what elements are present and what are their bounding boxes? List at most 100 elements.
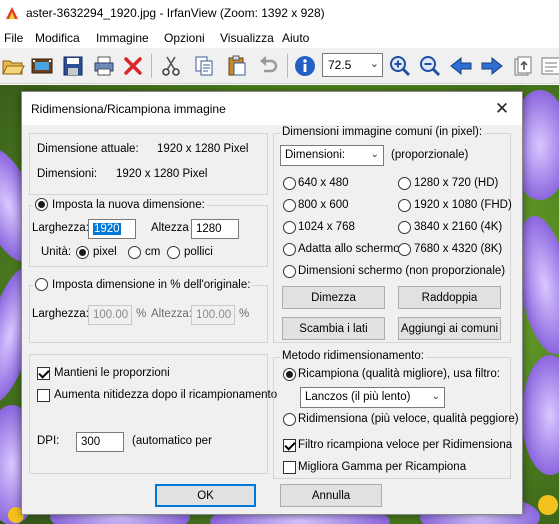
next-icon[interactable] <box>479 53 505 79</box>
dimensions-label: Dimensioni: <box>37 168 98 180</box>
size-7680-radio[interactable] <box>398 243 411 256</box>
common-sizes-label: Dimensioni immagine comuni (in pixel): <box>280 126 485 138</box>
menu-file[interactable]: File <box>4 31 23 45</box>
dialog-title: Ridimensiona/Ricampiona immagine <box>31 102 226 116</box>
menu-immagine[interactable]: Immagine <box>96 31 149 45</box>
zoom-combo[interactable]: 72.5 ⌄ <box>322 53 383 77</box>
unit-cm-radio[interactable] <box>128 246 141 259</box>
fit-screen-radio[interactable] <box>283 243 296 256</box>
common-sizes-value: Dimensioni: <box>285 149 346 161</box>
percent-sign: % <box>239 308 250 320</box>
save-icon[interactable] <box>60 53 86 79</box>
sharpen-checkbox[interactable] <box>37 389 50 402</box>
size-1920-radio[interactable] <box>398 199 411 212</box>
zoom-out-icon[interactable] <box>417 53 443 79</box>
method-label: Metodo ridimensionamento: <box>280 350 426 362</box>
gamma-checkbox[interactable] <box>283 461 296 474</box>
width-label: Larghezza: <box>32 222 89 234</box>
new-size-radio[interactable] <box>35 198 48 211</box>
menu-modifica[interactable]: Modifica <box>35 31 80 45</box>
method-group: Metodo ridimensionamento: Ricampiona (qu… <box>273 350 519 479</box>
undo-icon[interactable] <box>255 53 281 79</box>
unit-pixel-radio[interactable] <box>76 246 89 259</box>
paste-icon[interactable] <box>224 53 250 79</box>
menu-opzioni[interactable]: Opzioni <box>164 31 205 45</box>
slideshow-icon[interactable] <box>29 53 55 79</box>
resample-radio[interactable] <box>283 368 296 381</box>
ok-button[interactable]: OK <box>155 484 256 507</box>
size-1280-label: 1280 x 720 (HD) <box>414 177 499 189</box>
new-size-group: Imposta la nuova dimensione: Larghezza: … <box>29 198 268 267</box>
sharpen-label: Aumenta nitidezza dopo il ricampionament… <box>54 389 278 401</box>
screen-nonprop-radio[interactable] <box>283 265 296 278</box>
percent-height-input[interactable]: 100.00 <box>191 305 235 325</box>
swap-sides-button[interactable]: Scambia i lati <box>282 317 385 340</box>
half-button[interactable]: Dimezza <box>282 286 385 309</box>
percent-option[interactable]: Imposta dimensione in % dell'originale: <box>33 278 253 291</box>
percent-group: Imposta dimensione in % dell'originale: … <box>29 278 268 343</box>
options-group: Mantieni le proporzioni Aumenta nitidezz… <box>29 354 277 474</box>
resize-radio[interactable] <box>283 413 296 426</box>
unit-pixel-label: pixel <box>93 246 117 258</box>
resize-dialog: Ridimensiona/Ricampiona immagine ✕ Dimen… <box>21 91 523 515</box>
unit-cm-label: cm <box>145 246 161 258</box>
open-folder-icon[interactable] <box>0 53 26 79</box>
percent-label: Imposta dimensione in % dell'originale: <box>52 278 251 291</box>
percent-sign: % <box>136 308 147 320</box>
menu-visualizza[interactable]: Visualizza <box>220 31 274 45</box>
toolbar <box>0 48 559 84</box>
keep-ratio-checkbox[interactable] <box>37 367 50 380</box>
dpi-label: DPI: <box>37 435 60 447</box>
unit-inch-label: pollici <box>184 246 213 258</box>
height-label: Altezza <box>151 222 189 234</box>
menu-bar: File Modifica Immagine Opzioni Visualizz… <box>0 28 559 48</box>
info-icon[interactable] <box>292 53 318 79</box>
percent-radio[interactable] <box>35 278 48 291</box>
new-size-label: Imposta la nuova dimensione: <box>52 198 205 211</box>
current-size-value: 1920 x 1280 Pixel <box>157 143 249 155</box>
chevron-down-icon: ⌄ <box>370 149 379 160</box>
size-1280-radio[interactable] <box>398 177 411 190</box>
toolbar-separator <box>151 54 152 78</box>
size-3840-radio[interactable] <box>398 221 411 234</box>
menu-aiuto[interactable]: Aiuto <box>282 31 309 45</box>
percent-width-input[interactable]: 100.00 <box>88 305 132 325</box>
print-icon[interactable] <box>91 53 117 79</box>
percent-width-label: Larghezza: <box>32 308 89 320</box>
common-sizes-combo[interactable]: Dimensioni: ⌄ <box>280 145 384 166</box>
width-input[interactable]: 1920 <box>88 219 136 239</box>
chevron-down-icon: ⌄ <box>431 391 440 402</box>
fast-filter-checkbox[interactable] <box>283 439 296 452</box>
unit-inch-radio[interactable] <box>167 246 180 259</box>
resize-label: Ridimensiona (più veloce, qualità peggio… <box>298 413 519 425</box>
screen-nonprop-label: Dimensioni schermo (non proporzionale) <box>298 265 506 277</box>
options-icon[interactable] <box>538 53 559 79</box>
size-800-radio[interactable] <box>283 199 296 212</box>
previous-icon[interactable] <box>448 53 474 79</box>
gamma-label: Migliora Gamma per Ricampiona <box>298 461 467 473</box>
proportional-label: (proporzionale) <box>391 149 469 161</box>
double-button[interactable]: Raddoppia <box>398 286 501 309</box>
irfanview-logo-icon <box>6 7 18 19</box>
add-to-common-button[interactable]: Aggiungi ai comuni <box>398 317 501 340</box>
size-7680-label: 7680 x 4320 (8K) <box>414 243 503 255</box>
window-title-bar: aster-3632294_1920.jpg - IrfanView (Zoom… <box>0 0 559 28</box>
cut-icon[interactable] <box>158 53 184 79</box>
dpi-note: (automatico per <box>132 435 212 447</box>
chevron-down-icon: ⌄ <box>369 58 379 70</box>
keep-ratio-label: Mantieni le proporzioni <box>54 367 170 379</box>
size-640-radio[interactable] <box>283 177 296 190</box>
close-icon[interactable]: ✕ <box>490 98 514 120</box>
dpi-input[interactable]: 300 <box>76 432 124 452</box>
first-page-icon[interactable] <box>510 53 536 79</box>
zoom-in-icon[interactable] <box>387 53 413 79</box>
size-3840-label: 3840 x 2160 (4K) <box>414 221 503 233</box>
cancel-button[interactable]: Annulla <box>280 484 382 507</box>
copy-icon[interactable] <box>191 53 217 79</box>
new-size-option[interactable]: Imposta la nuova dimensione: <box>33 198 207 211</box>
filter-combo[interactable]: Lanczos (il più lento) ⌄ <box>300 387 445 408</box>
size-1024-radio[interactable] <box>283 221 296 234</box>
height-input[interactable]: 1280 <box>191 219 239 239</box>
delete-icon[interactable] <box>120 53 146 79</box>
fit-screen-label: Adatta allo schermo <box>298 243 400 255</box>
